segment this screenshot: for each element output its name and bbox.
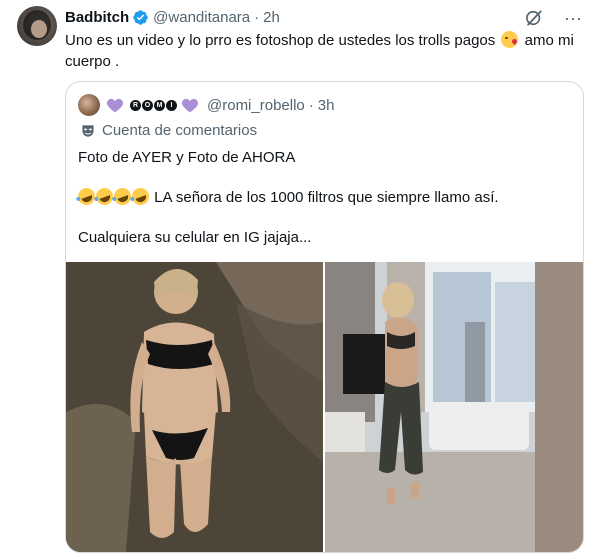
quoted-tweet[interactable]: R O M I @romi_robello · 3h Cuenta de com… bbox=[65, 81, 584, 553]
account-label: Cuenta de comentarios bbox=[80, 122, 257, 139]
tweet-text-part1: Uno es un video y lo prro es fotoshop de… bbox=[65, 32, 496, 49]
timestamp[interactable]: 2h bbox=[263, 9, 280, 26]
display-name-letter: R bbox=[130, 99, 141, 111]
quoted-header: R O M I @romi_robello · 3h bbox=[78, 94, 334, 116]
tweet[interactable]: Badbitch @wanditanara · 2h ··· Uno es un… bbox=[0, 0, 604, 553]
avatar[interactable] bbox=[17, 6, 57, 46]
mask-icon bbox=[82, 124, 94, 137]
quoted-line-with-emoji: LA señora de los 1000 filtros que siempr… bbox=[75, 185, 570, 208]
display-name-letter: M bbox=[154, 99, 165, 111]
quoted-handle[interactable]: @romi_robello bbox=[207, 97, 305, 114]
display-name-letter: O bbox=[142, 99, 153, 111]
grok-icon[interactable] bbox=[524, 8, 544, 28]
quoted-text: Foto de AYER y Foto de AHORA LA señora d… bbox=[75, 148, 570, 268]
quoted-line: LA señora de los 1000 filtros que siempr… bbox=[154, 189, 499, 206]
media-grid bbox=[66, 262, 583, 552]
separator: · bbox=[254, 8, 260, 26]
tweet-text: Uno es un video y lo prro es fotoshop de… bbox=[65, 30, 585, 72]
account-label-text: Cuenta de comentarios bbox=[102, 122, 258, 139]
beach-photo-scene bbox=[66, 262, 323, 552]
quoted-avatar bbox=[78, 94, 100, 116]
purple-heart-icon bbox=[107, 98, 123, 113]
separator: · bbox=[308, 96, 314, 114]
quoted-line: Cualquiera su celular en IG jajaja... bbox=[78, 229, 312, 246]
handle[interactable]: @wanditanara bbox=[153, 9, 250, 26]
beach-photo[interactable] bbox=[66, 262, 323, 552]
mirror-photo-scene bbox=[325, 262, 583, 552]
rolling-laughing-emoji bbox=[129, 185, 152, 208]
header-actions: ··· bbox=[524, 8, 582, 28]
display-name[interactable]: Badbitch bbox=[65, 9, 129, 26]
quoted-display-name: R O M I bbox=[130, 99, 177, 111]
purple-heart-icon bbox=[182, 98, 198, 113]
kissing-face-emoji bbox=[501, 31, 519, 48]
verified-badge-icon bbox=[133, 9, 148, 25]
quoted-timestamp[interactable]: 3h bbox=[318, 97, 335, 114]
avatar-face bbox=[31, 20, 47, 38]
mirror-photo[interactable] bbox=[325, 262, 583, 552]
display-name-letter: I bbox=[166, 99, 177, 111]
quoted-line: Foto de AYER y Foto de AHORA bbox=[78, 149, 296, 166]
tweet-header: Badbitch @wanditanara · 2h bbox=[65, 7, 280, 27]
more-icon[interactable]: ··· bbox=[564, 9, 582, 27]
